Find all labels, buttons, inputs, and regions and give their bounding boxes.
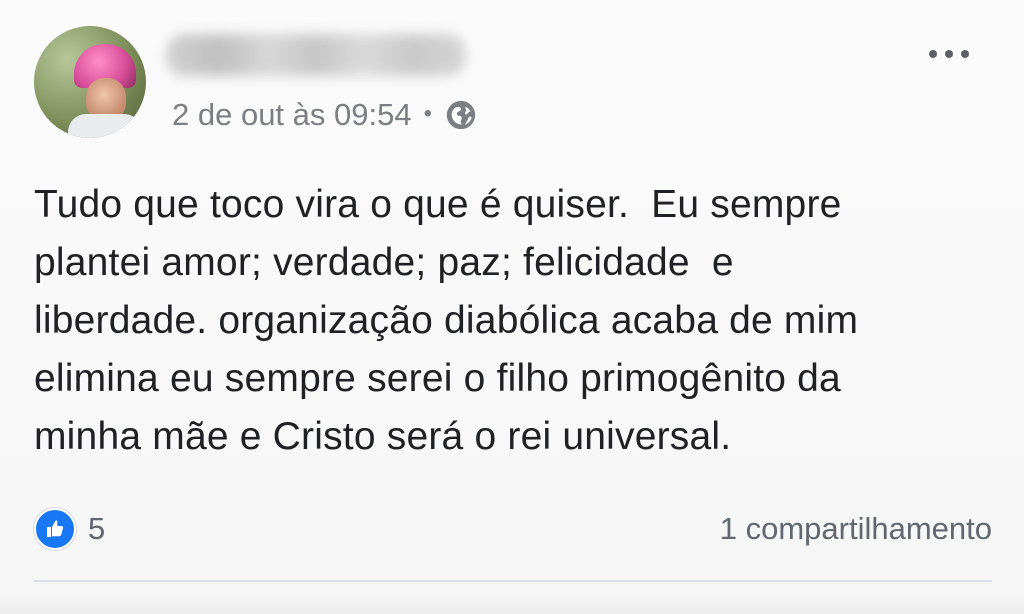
- post-footer: 5 1 compartilhamento: [34, 505, 992, 553]
- dot-3: [961, 50, 969, 58]
- thumbs-up-glyph: [47, 520, 64, 537]
- post-card: 2 de out às 09:54 • Tudo que toco vira o…: [0, 0, 1024, 614]
- thumbs-up-icon: [34, 508, 76, 550]
- dot-1: [929, 50, 937, 58]
- author-name: [166, 34, 466, 76]
- likes-count[interactable]: 5: [88, 511, 105, 547]
- meta-separator: •: [423, 100, 432, 127]
- likes-summary[interactable]: 5: [34, 508, 105, 550]
- more-options-icon[interactable]: [920, 34, 978, 74]
- post-meta: 2 de out às 09:54 •: [172, 94, 478, 136]
- footer-divider: [34, 580, 992, 582]
- dot-2: [945, 50, 953, 58]
- globe-icon: [446, 100, 476, 130]
- shirt-shape: [68, 114, 142, 138]
- timestamp[interactable]: 2 de out às 09:54: [172, 97, 412, 133]
- avatar[interactable]: [34, 26, 146, 138]
- post-text: Tudo que toco vira o que é quiser. Eu se…: [34, 183, 859, 458]
- bottom-strip: [0, 594, 1024, 614]
- shares-count[interactable]: 1 compartilhamento: [720, 511, 992, 547]
